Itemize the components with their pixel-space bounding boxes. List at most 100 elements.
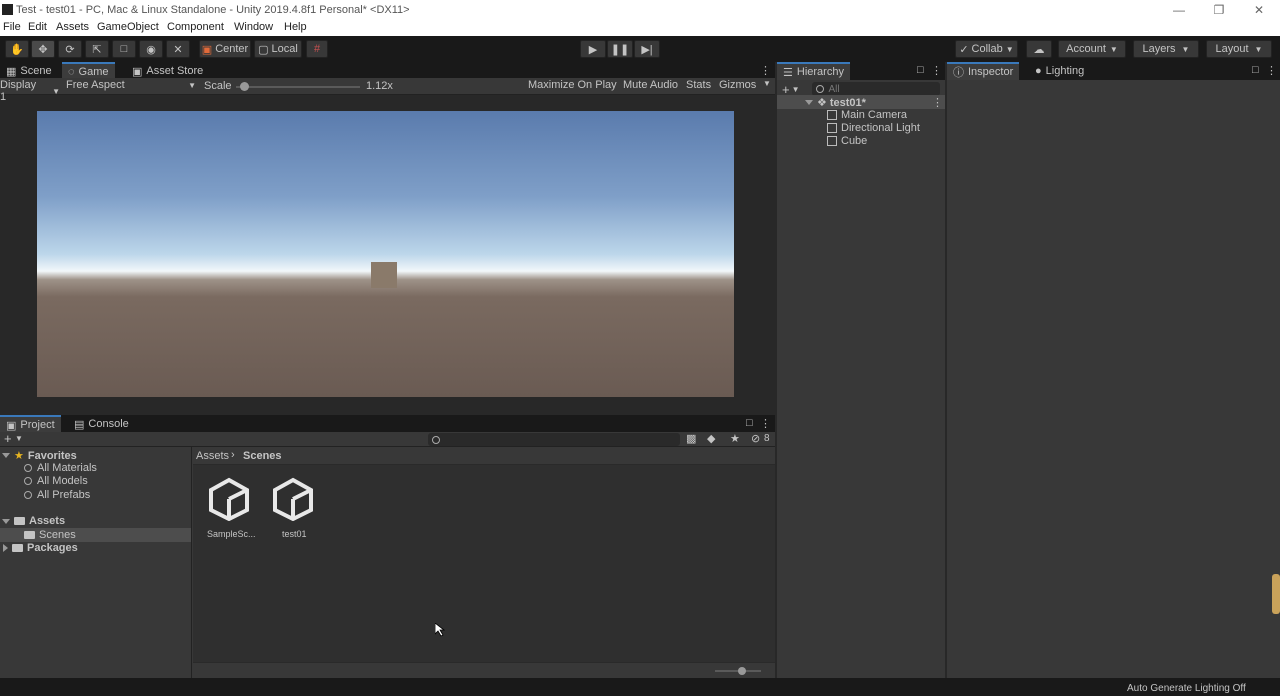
- asset-item-test01[interactable]: test01: [269, 477, 319, 541]
- label-tag-icon[interactable]: ◆: [707, 432, 715, 445]
- hand-tool-icon[interactable]: ✋: [5, 40, 29, 58]
- stats-button[interactable]: Stats: [686, 79, 711, 91]
- dropdown-arrow-icon[interactable]: ▼: [792, 85, 800, 94]
- tab-inspector[interactable]: ⓘ Inspector: [947, 62, 1020, 80]
- dropdown-arrow-icon[interactable]: ▼: [15, 434, 23, 443]
- lock-icon[interactable]: □: [746, 417, 753, 429]
- dropdown-arrow-icon: ▼: [1254, 44, 1263, 54]
- hierarchy-item-label: Directional Light: [841, 122, 920, 134]
- pivot-local-button[interactable]: ▢ Local: [254, 40, 302, 58]
- favorites-header[interactable]: ★ Favorites: [2, 449, 77, 462]
- grid-snap-icon[interactable]: #: [306, 40, 328, 58]
- icon-size-slider-thumb[interactable]: [738, 667, 746, 675]
- panel-menu-icon[interactable]: ⋮: [760, 417, 771, 430]
- tab-lighting[interactable]: ● Lighting: [1029, 62, 1090, 80]
- expand-arrow-icon[interactable]: [2, 518, 10, 524]
- menu-assets[interactable]: Assets: [56, 21, 89, 33]
- dropdown-arrow-icon: ▼: [1005, 44, 1014, 54]
- hierarchy-search-input[interactable]: All: [811, 82, 940, 96]
- scale-slider-thumb[interactable]: [239, 82, 249, 91]
- collapse-arrow-icon[interactable]: [3, 544, 8, 552]
- add-icon[interactable]: +: [4, 431, 12, 446]
- menu-help[interactable]: Help: [284, 21, 307, 33]
- menu-file[interactable]: File: [3, 21, 21, 33]
- asset-item-samplescene[interactable]: SampleSc...: [205, 477, 256, 541]
- icon-size-slider[interactable]: [715, 667, 761, 675]
- expand-arrow-icon[interactable]: [805, 100, 813, 105]
- menu-window[interactable]: Window: [234, 21, 273, 33]
- hierarchy-item-label: Main Camera: [841, 109, 908, 121]
- hierarchy-item-main-camera[interactable]: Main Camera: [827, 109, 907, 121]
- layout-button[interactable]: Layout ▼: [1206, 40, 1272, 58]
- rotate-tool-icon[interactable]: ⟳: [58, 40, 82, 58]
- scene-root-item[interactable]: ❖ test01*: [805, 96, 866, 109]
- scale-tool-icon[interactable]: ⇱: [85, 40, 109, 58]
- gizmos-dropdown-icon[interactable]: ▼: [763, 79, 771, 88]
- restore-icon[interactable]: ❐: [1212, 3, 1226, 17]
- move-tool-icon[interactable]: ✥: [31, 40, 55, 58]
- packages-folder[interactable]: Packages: [3, 542, 78, 554]
- scale-slider[interactable]: [236, 82, 360, 91]
- menu-gameobject[interactable]: GameObject: [97, 21, 159, 33]
- layers-button[interactable]: Layers ▼: [1133, 40, 1199, 58]
- collab-button[interactable]: ✓ Collab ▼: [955, 40, 1018, 58]
- display-select[interactable]: Display 1 ▼: [0, 79, 60, 103]
- hierarchy-item-directional-light[interactable]: Directional Light: [827, 122, 920, 134]
- rect-tool-icon[interactable]: □: [112, 40, 136, 58]
- favorite-all-materials[interactable]: All Materials: [24, 462, 97, 474]
- scrollbar-handle[interactable]: [1272, 574, 1280, 614]
- cube-icon: ▢: [258, 43, 269, 56]
- favorite-star-icon[interactable]: ★: [730, 432, 740, 445]
- hierarchy-item-label: Cube: [841, 135, 868, 147]
- scenes-folder[interactable]: Scenes: [24, 529, 76, 541]
- maximize-on-play-button[interactable]: Maximize On Play: [528, 79, 617, 91]
- aspect-select-label: Free Aspect: [66, 79, 125, 91]
- assets-folder[interactable]: Assets: [2, 515, 65, 527]
- breadcrumb-assets[interactable]: Assets: [196, 450, 229, 462]
- hierarchy-tabbar: ☰ Hierarchy □ ⋮: [777, 62, 945, 80]
- panel-menu-icon[interactable]: ⋮: [760, 64, 771, 77]
- scenes-folder-label: Scenes: [39, 529, 76, 541]
- layers-label: Layers: [1142, 43, 1176, 55]
- panel-menu-icon[interactable]: ⋮: [931, 64, 942, 77]
- scene-menu-icon[interactable]: ⋮: [932, 96, 943, 109]
- tab-hierarchy[interactable]: ☰ Hierarchy: [777, 62, 850, 80]
- expand-arrow-icon[interactable]: [2, 453, 10, 458]
- close-icon[interactable]: ✕: [1252, 3, 1266, 17]
- hierarchy-item-cube[interactable]: Cube: [827, 135, 867, 147]
- dropdown-arrow-icon: ▼: [1181, 44, 1190, 54]
- minimize-icon[interactable]: —: [1172, 3, 1186, 17]
- step-button[interactable]: ▶|: [634, 40, 660, 58]
- mute-audio-button[interactable]: Mute Audio: [623, 79, 678, 91]
- pivot-local-label: Local: [271, 43, 298, 55]
- pause-button[interactable]: ❚❚: [607, 40, 633, 58]
- lock-icon[interactable]: □: [917, 64, 924, 76]
- account-button[interactable]: Account ▼: [1058, 40, 1126, 58]
- favorite-all-prefabs[interactable]: All Prefabs: [24, 489, 90, 501]
- menu-edit[interactable]: Edit: [28, 21, 47, 33]
- favorite-all-models[interactable]: All Models: [24, 475, 88, 487]
- panel-menu-icon[interactable]: ⋮: [1266, 64, 1277, 77]
- tab-inspector-label: Inspector: [968, 66, 1014, 78]
- folder-icon: [12, 544, 23, 552]
- lock-icon[interactable]: □: [1252, 64, 1259, 76]
- favorite-label: All Prefabs: [37, 489, 91, 501]
- search-icon: [815, 85, 824, 93]
- gizmos-button[interactable]: Gizmos: [719, 79, 756, 91]
- hidden-packages-icon[interactable]: ⊘: [751, 432, 760, 445]
- breadcrumb-scenes[interactable]: Scenes: [243, 450, 282, 462]
- play-button[interactable]: ▶: [580, 40, 606, 58]
- menu-component[interactable]: Component: [167, 21, 224, 33]
- game-viewport[interactable]: [37, 111, 734, 397]
- filter-type-icon[interactable]: ▩: [686, 432, 696, 445]
- tab-console[interactable]: ▤ Console: [68, 415, 135, 433]
- pivot-center-button[interactable]: ▣ Center: [199, 40, 251, 58]
- asset-label: test01: [282, 529, 307, 539]
- project-folder-tree: ★ Favorites All Materials All Models All…: [0, 447, 192, 678]
- transform-tool-icon[interactable]: ◉: [139, 40, 163, 58]
- custom-tool-icon[interactable]: ✕: [166, 40, 190, 58]
- dropdown-arrow-icon: ▼: [52, 86, 60, 96]
- aspect-select[interactable]: Free Aspect ▼: [66, 79, 196, 91]
- project-search-input[interactable]: [428, 433, 680, 446]
- cloud-icon[interactable]: ☁: [1026, 40, 1052, 58]
